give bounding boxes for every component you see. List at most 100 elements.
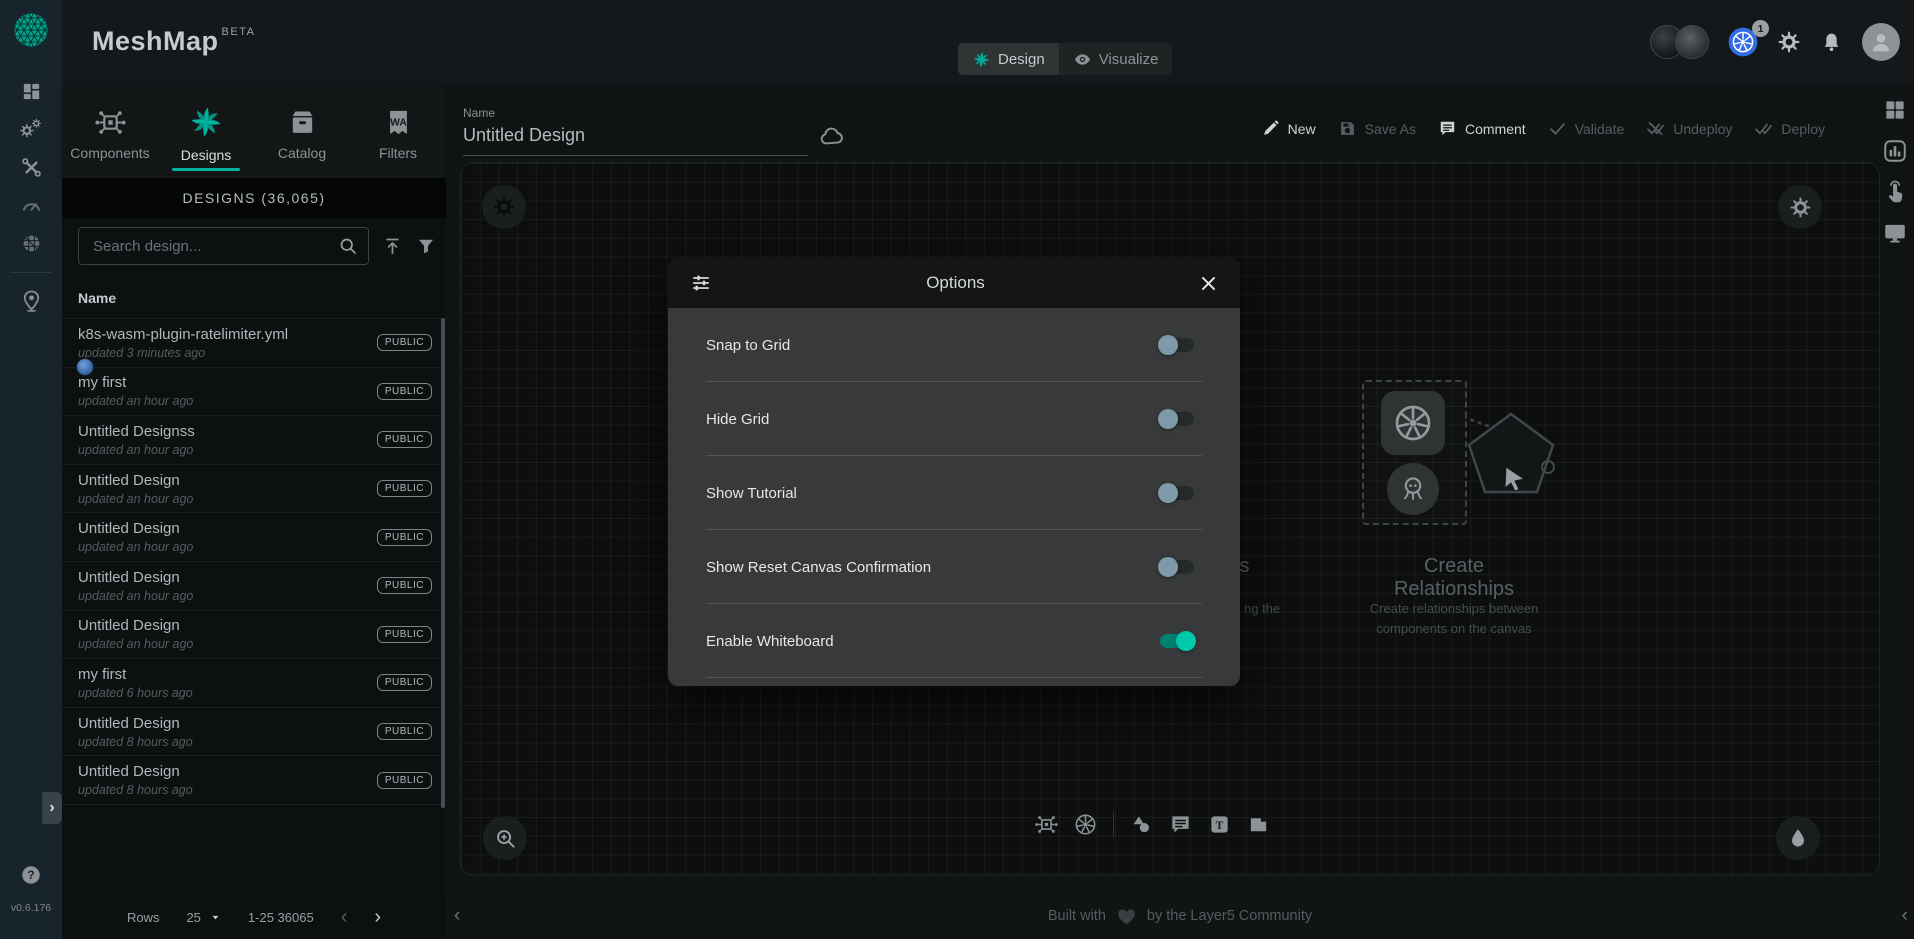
search-icon[interactable] <box>338 236 358 256</box>
toggle-show-reset-canvas-confirmation[interactable] <box>1158 557 1196 577</box>
visibility-badge[interactable]: PUBLIC <box>377 723 432 740</box>
sidebar-tab-filters[interactable]: WAFilters <box>350 85 446 178</box>
settings-icon[interactable] <box>1777 30 1801 54</box>
page-range: 1-25 36065 <box>248 910 314 925</box>
footer-collapse-left[interactable]: ‹ <box>454 905 460 927</box>
visibility-badge[interactable]: PUBLIC <box>377 577 432 594</box>
validate-button[interactable]: Validate <box>1548 119 1625 138</box>
visibility-badge[interactable]: PUBLIC <box>377 480 432 497</box>
droplet-icon <box>1787 827 1809 849</box>
visibility-badge[interactable]: PUBLIC <box>377 334 432 351</box>
import-design-icon[interactable] <box>382 236 403 257</box>
design-list-item[interactable]: Untitled Designssupdated an hour agoPUBL… <box>62 416 446 465</box>
design-list-item[interactable]: Untitled Designupdated 8 hours agoPUBLIC <box>62 756 446 805</box>
design-search-box[interactable] <box>78 227 369 265</box>
mode-tab-design[interactable]: Design <box>958 43 1059 75</box>
sidebar-tab-components[interactable]: Components <box>62 85 158 178</box>
toggle-hide-grid[interactable] <box>1158 409 1196 429</box>
tutorial-body: Create relationships between components … <box>1332 599 1576 639</box>
sidebar-tab-designs[interactable]: Designs <box>158 85 254 178</box>
design-item-text: Untitled Designssupdated an hour ago <box>78 423 377 457</box>
filter-icon[interactable] <box>416 236 436 256</box>
shapes-tool-icon[interactable] <box>1130 813 1153 836</box>
design-list-item[interactable]: Untitled Designupdated an hour agoPUBLIC <box>62 465 446 514</box>
design-item-updated: updated an hour ago <box>78 394 377 408</box>
canvas-tool-dock: T <box>1035 811 1270 837</box>
sidebar-tabs: ComponentsDesignsCatalogWAFilters <box>62 85 446 178</box>
undeploy-button[interactable]: Undeploy <box>1646 119 1732 138</box>
design-list-item[interactable]: Untitled Designupdated an hour agoPUBLIC <box>62 562 446 611</box>
chart-icon[interactable] <box>1882 138 1908 164</box>
design-list-item[interactable]: Untitled Designupdated 8 hours agoPUBLIC <box>62 708 446 757</box>
action-label: Validate <box>1575 121 1625 137</box>
rows-per-page-select[interactable]: 25 <box>186 910 220 925</box>
sidebar-expand-button[interactable]: › <box>42 792 62 824</box>
design-item-updated: updated an hour ago <box>78 540 377 554</box>
comment-tool-icon[interactable] <box>1169 813 1192 836</box>
visibility-badge[interactable]: PUBLIC <box>377 674 432 691</box>
visibility-badge[interactable]: PUBLIC <box>377 626 432 643</box>
dashboard-icon[interactable] <box>20 80 43 103</box>
deploy-button[interactable]: Deploy <box>1754 119 1825 138</box>
search-input[interactable] <box>91 237 338 256</box>
visibility-badge[interactable]: PUBLIC <box>377 529 432 546</box>
layout-grid-icon[interactable] <box>1882 97 1908 123</box>
text-tool-icon[interactable]: T <box>1208 813 1231 836</box>
cloud-save-icon[interactable] <box>818 123 845 150</box>
configuration-icon[interactable] <box>20 156 43 179</box>
collaborator-avatars[interactable] <box>1650 25 1709 59</box>
tune-icon <box>690 272 712 294</box>
component-tool-icon[interactable] <box>1035 813 1058 836</box>
visibility-badge[interactable]: PUBLIC <box>377 383 432 400</box>
design-list-item[interactable]: Untitled Designupdated an hour agoPUBLIC <box>62 611 446 660</box>
next-page-button[interactable]: › <box>374 907 381 927</box>
lifecycle-icon[interactable] <box>20 118 43 141</box>
toggle-enable-whiteboard[interactable] <box>1158 631 1196 651</box>
swirl-icon <box>972 50 991 69</box>
performance-icon[interactable] <box>20 194 43 217</box>
toggle-snap-to-grid[interactable] <box>1158 335 1196 355</box>
save-as-button[interactable]: Save As <box>1338 119 1416 138</box>
canvas-settings-button[interactable] <box>482 185 526 229</box>
user-avatar[interactable] <box>1862 23 1900 61</box>
zoom-button[interactable] <box>483 816 527 860</box>
design-item-updated: updated 8 hours ago <box>78 735 377 749</box>
comment-button[interactable]: Comment <box>1438 119 1526 138</box>
design-list-item[interactable]: my firstupdated 6 hours agoPUBLIC <box>62 659 446 708</box>
visibility-badge[interactable]: PUBLIC <box>377 772 432 789</box>
meshmap-pin-icon[interactable] <box>20 290 43 313</box>
help-icon[interactable]: ? <box>20 864 42 886</box>
design-toolbar: New Save As Comment Validate Undeploy Deploy <box>1261 119 1825 138</box>
prev-page-button[interactable]: ‹ <box>341 907 348 927</box>
design-name-input[interactable] <box>463 125 808 156</box>
toggle-knob <box>1158 409 1178 429</box>
media-tool-icon[interactable] <box>1247 813 1270 836</box>
design-list-item[interactable]: Untitled Designupdated an hour agoPUBLIC <box>62 513 446 562</box>
design-list-item[interactable]: k8s-wasm-plugin-ratelimiter.ymlupdated 3… <box>62 319 446 368</box>
design-list-item[interactable]: my firstupdated an hour agoPUBLIC <box>62 368 446 417</box>
tutorial-body-line: components on the canvas <box>1332 619 1576 639</box>
canvas-config-button[interactable] <box>1778 185 1822 229</box>
new-button[interactable]: New <box>1261 119 1316 138</box>
display-icon[interactable] <box>1882 220 1908 246</box>
extensions-icon[interactable] <box>20 232 43 255</box>
app-title-text: MeshMap <box>92 26 219 56</box>
kubernetes-context-button[interactable]: 1 <box>1728 27 1758 57</box>
toggle-show-tutorial[interactable] <box>1158 483 1196 503</box>
close-icon[interactable] <box>1199 274 1218 293</box>
design-item-name: Untitled Design <box>78 617 377 634</box>
footer-collapse-right[interactable]: ‹ <box>1902 905 1908 927</box>
design-item-name: Untitled Design <box>78 569 377 586</box>
meshery-logo-icon[interactable] <box>13 12 49 48</box>
collaborator-avatar[interactable] <box>1675 25 1709 59</box>
mode-tab-visualize[interactable]: Visualize <box>1059 43 1173 75</box>
design-item-name: k8s-wasm-plugin-ratelimiter.yml <box>78 326 377 343</box>
ink-tool-button[interactable] <box>1776 816 1820 860</box>
visibility-badge[interactable]: PUBLIC <box>377 431 432 448</box>
sidebar-tab-catalog[interactable]: Catalog <box>254 85 350 178</box>
interaction-icon[interactable] <box>1882 179 1908 205</box>
notifications-icon[interactable] <box>1820 31 1843 54</box>
kubernetes-tool-icon[interactable] <box>1074 813 1097 836</box>
list-scrollbar[interactable] <box>441 318 445 808</box>
author-avatar <box>76 358 94 376</box>
